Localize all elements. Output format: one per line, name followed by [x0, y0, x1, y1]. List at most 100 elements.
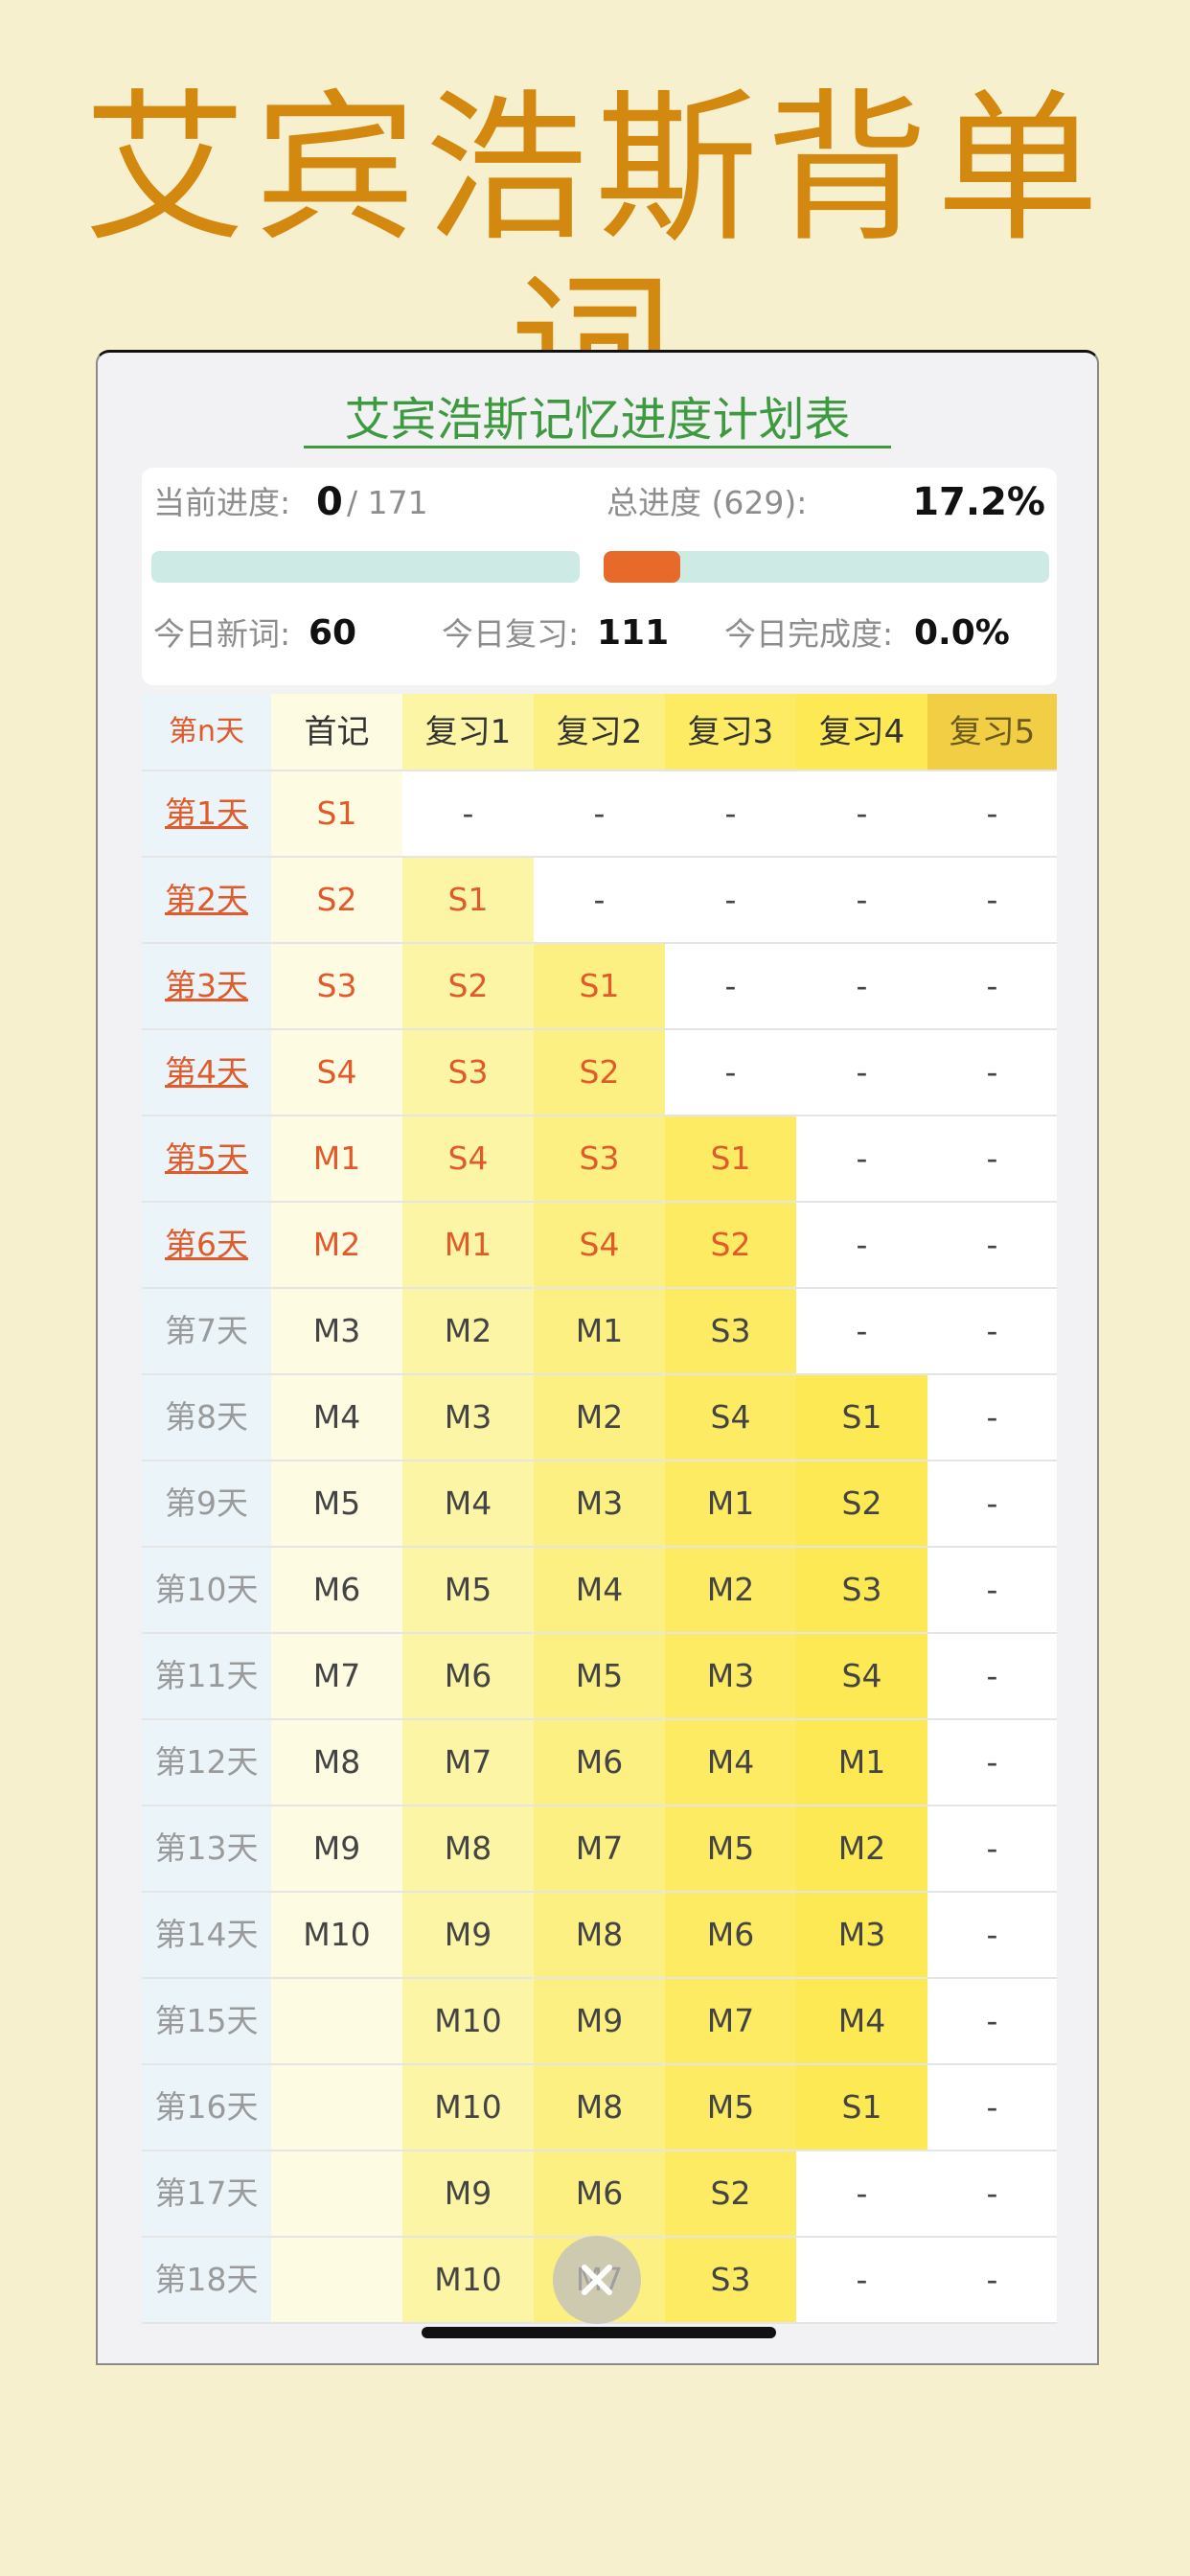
plan-cell: - — [724, 967, 737, 1004]
plan-cell: M2 — [706, 1571, 755, 1608]
plan-cell: M8 — [575, 1916, 624, 1953]
plan-cell: M4 — [837, 2002, 886, 2039]
close-button[interactable] — [553, 2236, 641, 2324]
plan-cell: - — [593, 794, 606, 832]
plan-cell: M2 — [837, 1829, 886, 1867]
plan-cell: - — [856, 1053, 868, 1091]
plan-cell: S2 — [316, 881, 357, 918]
plan-cell: M4 — [312, 1398, 361, 1436]
plan-cell: M5 — [706, 2088, 755, 2126]
plan-cell: S4 — [710, 1398, 751, 1436]
plan-cell: M9 — [575, 2002, 624, 2039]
plan-cell: - — [593, 881, 606, 918]
plan-cell: M3 — [706, 1657, 755, 1694]
app-screen: 艾宾浩斯记忆进度计划表 当前进度: 0 / 171 总进度 (629): 17.… — [96, 350, 1099, 2365]
plan-cell: - — [986, 2261, 998, 2298]
plan-cell: S3 — [447, 1053, 489, 1091]
plan-cell: M3 — [312, 1312, 361, 1349]
day-label: 第10天 — [154, 1571, 259, 1608]
plan-cell: M1 — [444, 1226, 492, 1263]
today-review-value: 111 — [597, 613, 670, 653]
plan-cell: M1 — [312, 1139, 361, 1177]
close-icon — [582, 2265, 612, 2295]
plan-cell: - — [986, 1571, 998, 1608]
plan-cell: - — [856, 967, 868, 1004]
plan-cell: - — [856, 794, 868, 832]
stats-card: 当前进度: 0 / 171 总进度 (629): 17.2% 今日新词: 60 … — [142, 468, 1057, 685]
app-headline: 艾宾浩斯背单词 — [82, 75, 1107, 443]
plan-cell — [271, 1978, 402, 2064]
overall-progress-bar — [604, 551, 1049, 583]
plan-cell: M5 — [575, 1657, 624, 1694]
today-review-label: 今日复习: — [442, 615, 580, 653]
plan-cell: M2 — [575, 1398, 624, 1436]
plan-cell: - — [986, 1312, 998, 1349]
day-label: 第17天 — [154, 2174, 259, 2212]
plan-cell: M2 — [312, 1226, 361, 1263]
plan-cell: S4 — [841, 1657, 882, 1694]
plan-cell: S1 — [710, 1139, 751, 1177]
plan-cell: M2 — [444, 1312, 492, 1349]
day-label: 第16天 — [154, 2088, 259, 2126]
day-label[interactable]: 第2天 — [142, 857, 271, 943]
panel-title: 艾宾浩斯记忆进度计划表 — [344, 393, 851, 447]
plan-cell: M8 — [444, 1829, 492, 1867]
plan-cell: - — [986, 1053, 998, 1091]
plan-cell: M4 — [706, 1743, 755, 1781]
header-col-5: 复习4 — [796, 694, 927, 770]
plan-cell: S1 — [316, 794, 357, 832]
current-progress-label: 当前进度: — [153, 484, 291, 521]
plan-cell: - — [986, 794, 998, 832]
day-label[interactable]: 第5天 — [142, 1116, 271, 1202]
plan-cell: - — [856, 2174, 868, 2212]
plan-cell: S3 — [841, 1571, 882, 1608]
plan-cell: M7 — [575, 1829, 624, 1867]
plan-cell — [271, 2237, 402, 2323]
plan-cell: - — [986, 1829, 998, 1867]
plan-cell: M10 — [434, 2088, 502, 2126]
today-new-label: 今日新词: — [153, 615, 291, 653]
plan-cell: S2 — [841, 1484, 882, 1522]
plan-cell: M1 — [575, 1312, 624, 1349]
day-label[interactable]: 第4天 — [142, 1029, 271, 1116]
header-col-3: 复习2 — [534, 694, 665, 770]
plan-cell: M7 — [444, 1743, 492, 1781]
header-col-2: 复习1 — [402, 694, 534, 770]
current-progress-value: 0 — [316, 480, 343, 524]
plan-cell: S3 — [316, 967, 357, 1004]
plan-cell — [271, 2150, 402, 2237]
day-label: 第7天 — [165, 1312, 248, 1349]
plan-cell: M7 — [706, 2002, 755, 2039]
plan-cell: - — [986, 2174, 998, 2212]
day-label: 第11天 — [154, 1657, 259, 1694]
plan-cell: - — [986, 2002, 998, 2039]
plan-cell: - — [986, 1226, 998, 1263]
current-progress-bar — [151, 551, 580, 583]
plan-cell: - — [724, 1053, 737, 1091]
plan-cell: S1 — [579, 967, 620, 1004]
overall-progress-label: 总进度 (629): — [606, 484, 808, 521]
plan-cell: M9 — [444, 2174, 492, 2212]
plan-cell: S3 — [579, 1139, 620, 1177]
day-label[interactable]: 第1天 — [142, 770, 271, 857]
overall-progress-fill — [604, 551, 680, 583]
day-label: 第9天 — [165, 1484, 248, 1522]
plan-cell: S4 — [316, 1053, 357, 1091]
plan-cell: S2 — [710, 1226, 751, 1263]
plan-cell: M5 — [706, 1829, 755, 1867]
plan-cell: S4 — [447, 1139, 489, 1177]
plan-cell: S1 — [841, 1398, 882, 1436]
plan-cell: M6 — [706, 1916, 755, 1953]
plan-cell: M7 — [312, 1657, 361, 1694]
plan-cell: - — [986, 2088, 998, 2126]
plan-cell: - — [986, 1743, 998, 1781]
today-done-label: 今日完成度: — [724, 615, 894, 653]
header-col-6: 复习5 — [927, 694, 1057, 770]
plan-cell: M10 — [303, 1916, 371, 1953]
day-label[interactable]: 第6天 — [142, 1202, 271, 1288]
day-label[interactable]: 第3天 — [142, 943, 271, 1029]
plan-table: 第n天 首记 复习1 复习2 复习3 复习4 复习5 第1天 S1 - - - - - 第2天 S2 S1 - - -… — [142, 694, 1057, 2363]
plan-cell: - — [462, 794, 474, 832]
day-label: 第13天 — [154, 1829, 259, 1867]
plan-cell: - — [856, 2261, 868, 2298]
